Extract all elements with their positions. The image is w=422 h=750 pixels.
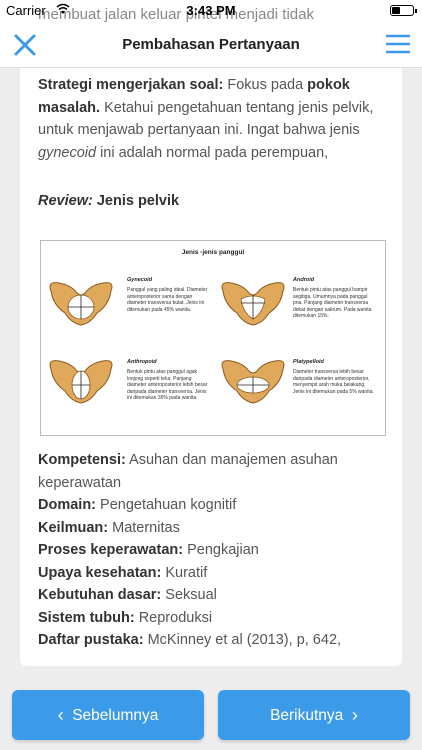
metadata-row: Kebutuhan dasar: Seksual [38, 584, 388, 607]
pelvis-types-figure: Jenis -jenis panggul Gynecoid Panggul ya… [40, 240, 386, 436]
metadata-label: Kebutuhan dasar: [38, 587, 162, 603]
metadata-row: Proses keperawatan: Pengkajian [38, 539, 388, 562]
metadata-value: Seksual [161, 587, 217, 603]
metadata-value: Kuratif [161, 564, 208, 581]
strategy-paragraph: Strategi mengerjakan soal: Fokus pada po… [38, 74, 386, 164]
previous-button-label: Sebelumnya [72, 707, 159, 724]
strategy-text: Fokus pada [223, 77, 308, 93]
status-bar: membuat jalan keluar pintel menjadi tida… [0, 0, 422, 23]
metadata-row: Daftar pustaka: McKinney et al (2013), p… [38, 629, 388, 652]
review-label: Review: [38, 193, 93, 209]
pelvis-type-description: Bentuk pintu atas panggul hampir segitig… [293, 287, 372, 319]
review-title: Jenis pelvik [92, 193, 180, 209]
metadata-label: Sistem tubuh: [38, 609, 135, 626]
metadata-row: Sistem tubuh: Reproduksi [38, 607, 388, 630]
metadata-label: Proses keperawatan: [38, 542, 184, 558]
page-title: Pembahasan Pertanyaan [122, 36, 300, 53]
question-metadata: Kompetensi: Asuhan dan manajemen asuhan … [38, 449, 388, 652]
metadata-value: Maternitas [108, 519, 180, 536]
clock: 3:43 PM [186, 3, 236, 18]
strategy-italic: gynecoid [38, 144, 97, 161]
android-pelvis-image [221, 282, 285, 326]
review-heading: Review: Jenis pelvik [38, 190, 386, 213]
explanation-content: Strategi mengerjakan soal: Fokus pada po… [38, 74, 386, 213]
pelvis-type-label: Gynecoid [127, 277, 153, 283]
next-button-label: Berikutnya [270, 707, 344, 724]
metadata-row: Kompetensi: Asuhan dan manajemen asuhan … [38, 449, 388, 494]
menu-icon[interactable] [386, 33, 410, 55]
explanation-card: Strategi mengerjakan soal: Fokus pada po… [20, 68, 402, 666]
pelvis-type-description: Panggul yang paling ideal. Diameter ante… [127, 287, 208, 313]
metadata-label: Keilmuan: [38, 519, 109, 536]
metadata-row: Upaya kesehatan: Kuratif [38, 562, 388, 585]
pelvis-type-label: Anthropoid [127, 359, 157, 365]
metadata-row: Domain: Pengetahuan kognitif [38, 494, 388, 517]
pelvis-type-description: Bentuk pintu atas panggul agak lonjong s… [127, 369, 208, 401]
metadata-label: Upaya kesehatan: [38, 564, 162, 581]
anthropoid-pelvis-image [49, 360, 113, 404]
navigation-bar: Pembahasan Pertanyaan [0, 22, 422, 68]
metadata-value: McKinney et al (2013), p, 642, [143, 632, 342, 648]
metadata-row: Keilmuan: Maternitas [38, 517, 388, 540]
metadata-value: Pengetahuan kognitif [96, 497, 237, 513]
metadata-value: Pengkajian [183, 542, 259, 558]
metadata-value: Reproduksi [134, 609, 213, 626]
metadata-label: Domain: [38, 497, 96, 513]
strategy-text: ini adalah normal pada perempuan, [96, 144, 329, 161]
footer-navigation: ‹ Sebelumnya Berikutnya › [0, 678, 422, 750]
previous-button[interactable]: ‹ Sebelumnya [12, 690, 204, 740]
strategy-label: Strategi mengerjakan soal: [38, 77, 224, 93]
pelvis-type-label: Platypelloid [293, 359, 324, 365]
figure-title: Jenis -jenis panggul [181, 249, 245, 256]
metadata-label: Daftar pustaka: [38, 632, 144, 648]
chevron-left-icon: ‹ [57, 705, 64, 725]
metadata-label: Kompetensi: [38, 452, 126, 468]
pelvis-type-description: Diameter transversa lebih besar daripada… [293, 369, 374, 395]
next-button[interactable]: Berikutnya › [218, 690, 410, 740]
chevron-right-icon: › [351, 705, 358, 725]
platypelloid-pelvis-image [221, 360, 285, 404]
pelvis-type-label: Android [293, 277, 315, 283]
gynecoid-pelvis-image [49, 282, 113, 326]
battery-icon [390, 5, 417, 16]
